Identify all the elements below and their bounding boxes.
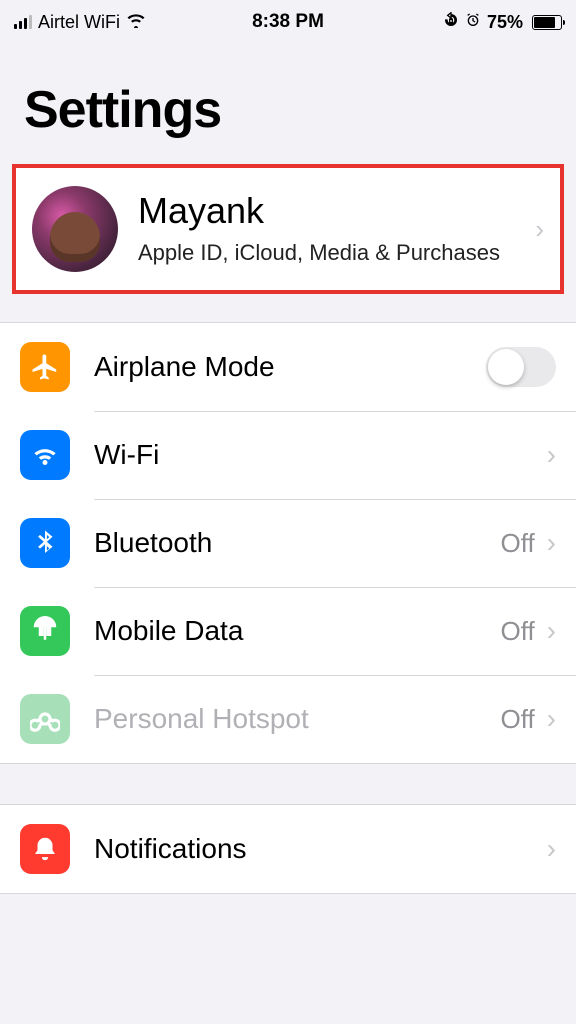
- bluetooth-row[interactable]: Bluetooth Off ›: [0, 499, 576, 587]
- apple-id-row[interactable]: Mayank Apple ID, iCloud, Media & Purchas…: [12, 164, 564, 294]
- bluetooth-icon: [20, 518, 70, 568]
- clock: 8:38 PM: [252, 11, 324, 33]
- mobile-data-row[interactable]: Mobile Data Off ›: [0, 587, 576, 675]
- page-title: Settings: [0, 44, 576, 164]
- bluetooth-value: Off: [500, 528, 534, 559]
- airplane-mode-row[interactable]: Airplane Mode: [0, 323, 576, 411]
- battery-percent: 75%: [487, 12, 523, 33]
- notifications-label: Notifications: [94, 833, 547, 865]
- hotspot-label: Personal Hotspot: [94, 703, 500, 735]
- notifications-row[interactable]: Notifications ›: [0, 805, 576, 893]
- chevron-right-icon: ›: [547, 527, 556, 559]
- airplane-icon: [20, 342, 70, 392]
- carrier-label: Airtel WiFi: [38, 12, 120, 33]
- chevron-right-icon: ›: [547, 439, 556, 471]
- settings-group-connectivity: Airplane Mode Wi-Fi › Bluetooth Off › Mo…: [0, 322, 576, 764]
- chevron-right-icon: ›: [535, 214, 544, 245]
- profile-subtitle: Apple ID, iCloud, Media & Purchases: [138, 238, 515, 268]
- cellular-signal-icon: [14, 15, 32, 29]
- battery-icon: [529, 15, 562, 30]
- chevron-right-icon: ›: [547, 833, 556, 865]
- airplane-mode-toggle[interactable]: [486, 347, 556, 387]
- bluetooth-label: Bluetooth: [94, 527, 500, 559]
- status-bar-right: 75%: [421, 12, 562, 33]
- mobile-data-value: Off: [500, 616, 534, 647]
- mobile-data-label: Mobile Data: [94, 615, 500, 647]
- notifications-icon: [20, 824, 70, 874]
- alarm-icon: [465, 12, 481, 33]
- hotspot-value: Off: [500, 704, 534, 735]
- personal-hotspot-row[interactable]: Personal Hotspot Off ›: [0, 675, 576, 763]
- avatar: [32, 186, 118, 272]
- chevron-right-icon: ›: [547, 703, 556, 735]
- dnd-icon: [421, 12, 437, 33]
- wifi-row[interactable]: Wi-Fi ›: [0, 411, 576, 499]
- wifi-label: Wi-Fi: [94, 439, 547, 471]
- orientation-lock-icon: [443, 12, 459, 33]
- chevron-right-icon: ›: [547, 615, 556, 647]
- profile-text: Mayank Apple ID, iCloud, Media & Purchas…: [138, 190, 515, 268]
- wifi-status-icon: [126, 12, 146, 33]
- status-bar-left: Airtel WiFi: [14, 12, 146, 33]
- hotspot-icon: [20, 694, 70, 744]
- wifi-icon: [20, 430, 70, 480]
- mobile-data-icon: [20, 606, 70, 656]
- status-bar: Airtel WiFi 8:38 PM 75%: [0, 0, 576, 44]
- settings-group-notifications: Notifications ›: [0, 804, 576, 894]
- airplane-mode-label: Airplane Mode: [94, 351, 486, 383]
- profile-name: Mayank: [138, 190, 515, 232]
